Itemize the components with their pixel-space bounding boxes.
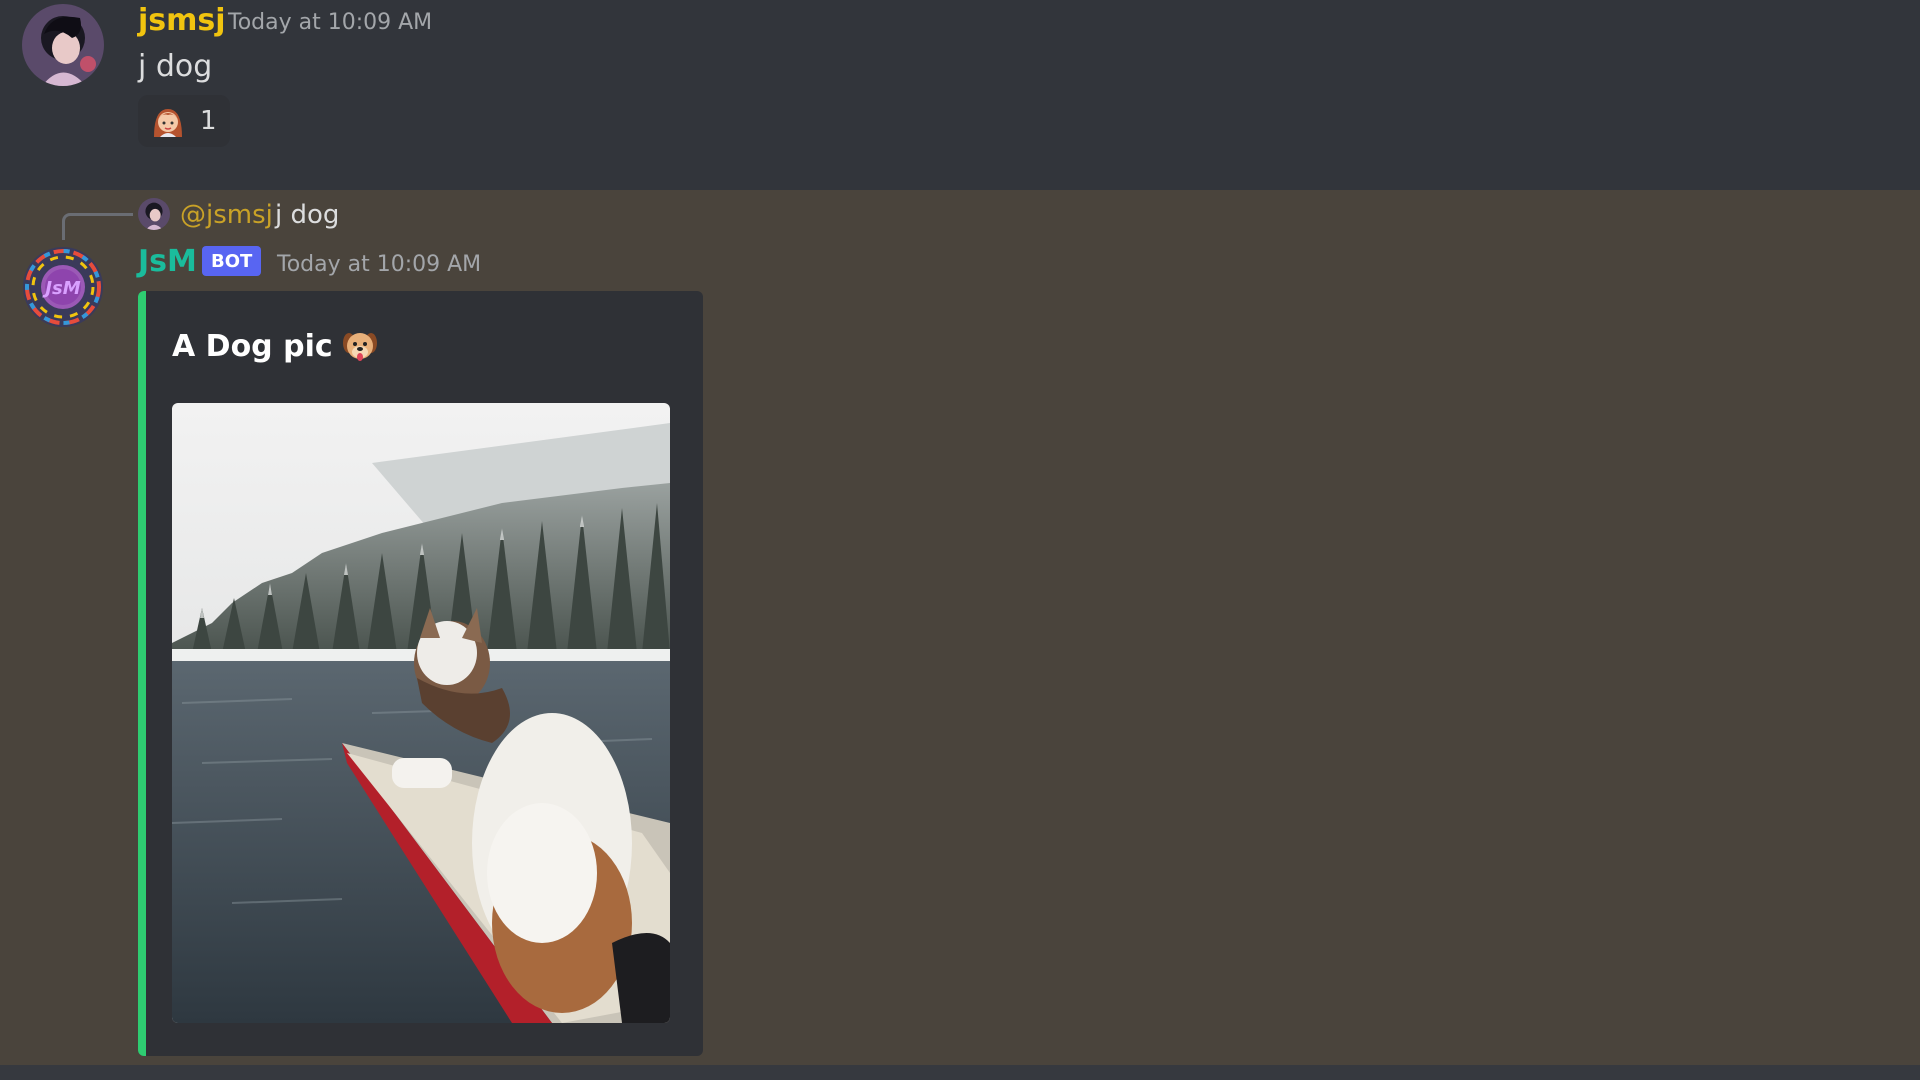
svg-text:JsM: JsM bbox=[42, 278, 80, 299]
reply-mention[interactable]: @jsmsj bbox=[180, 200, 273, 230]
embed-accent-bar bbox=[138, 291, 146, 1056]
reaction-button[interactable]: 1 bbox=[138, 95, 230, 147]
user-avatar-jsmsj[interactable] bbox=[22, 4, 104, 86]
reply-connector bbox=[62, 213, 133, 240]
message-content: j dog bbox=[138, 49, 213, 84]
embed-title: A Dog pic bbox=[172, 327, 379, 365]
message-timestamp: Today at 10:09 AM bbox=[277, 252, 482, 277]
dog-image[interactable] bbox=[172, 403, 670, 1023]
author-name[interactable]: JsM bbox=[138, 247, 197, 277]
reply-preview-text[interactable]: j dog bbox=[275, 200, 339, 230]
embed: A Dog pic bbox=[138, 291, 703, 1056]
bot-badge: BOT bbox=[202, 246, 262, 276]
reply-avatar-jsmsj[interactable] bbox=[138, 198, 170, 230]
channel-bottom bbox=[0, 1065, 1920, 1080]
dog-face-emoji-icon bbox=[341, 327, 379, 365]
girl-face-emoji-icon bbox=[150, 103, 186, 139]
reaction-count: 1 bbox=[200, 106, 217, 136]
author-name[interactable]: jsmsj bbox=[138, 6, 226, 36]
bot-avatar-jsm[interactable]: JsM bbox=[22, 246, 104, 328]
embed-title-text: A Dog pic bbox=[172, 328, 333, 364]
message-timestamp: Today at 10:09 AM bbox=[228, 10, 433, 35]
